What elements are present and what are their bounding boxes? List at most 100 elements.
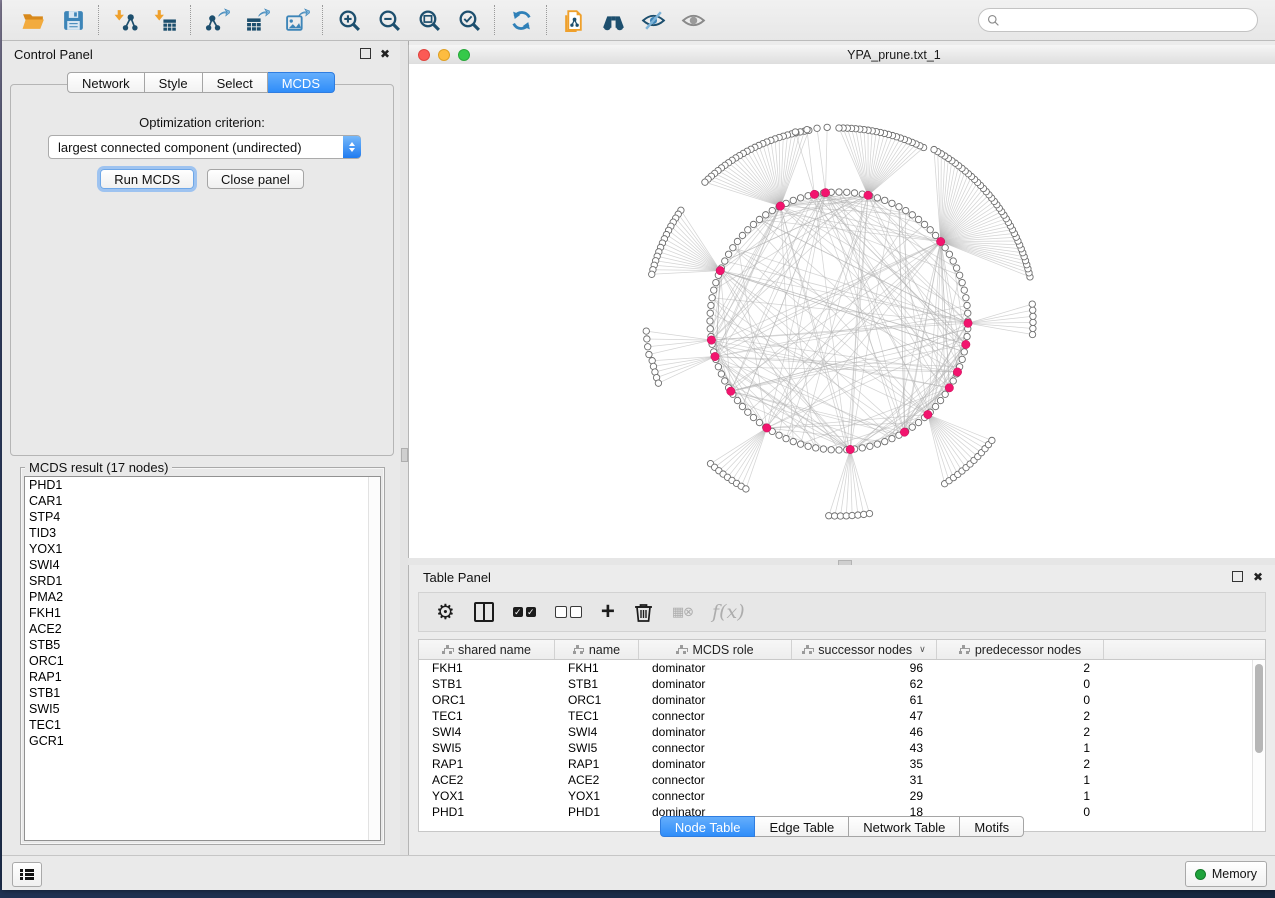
network-node[interactable] — [707, 318, 713, 324]
network-node[interactable] — [867, 443, 873, 449]
network-canvas[interactable] — [409, 64, 1275, 558]
network-node[interactable] — [959, 279, 965, 285]
network-node[interactable] — [882, 438, 888, 444]
float-panel-icon[interactable] — [360, 48, 371, 59]
network-node[interactable] — [739, 403, 745, 409]
network-node[interactable] — [915, 419, 921, 425]
network-node[interactable] — [722, 258, 728, 264]
table-row[interactable]: RAP1RAP1dominator352 — [419, 756, 1265, 772]
tab-edge-table[interactable]: Edge Table — [755, 816, 849, 837]
show-all-eye-icon[interactable] — [680, 7, 706, 33]
network-node[interactable] — [713, 279, 719, 285]
network-node[interactable] — [655, 380, 661, 386]
network-node[interactable] — [1030, 319, 1036, 325]
result-node-item[interactable]: CAR1 — [25, 493, 380, 509]
network-node[interactable] — [792, 129, 798, 135]
network-node[interactable] — [836, 447, 842, 453]
table-row[interactable]: YOX1YOX1connector291 — [419, 788, 1265, 804]
result-node-item[interactable]: YOX1 — [25, 541, 380, 557]
mcds-hub-node[interactable] — [945, 384, 953, 392]
run-mcds-button[interactable]: Run MCDS — [100, 169, 194, 189]
network-node[interactable] — [722, 378, 728, 384]
network-node[interactable] — [769, 207, 775, 213]
network-node[interactable] — [790, 438, 796, 444]
network-node[interactable] — [734, 238, 740, 244]
result-node-item[interactable]: TID3 — [25, 525, 380, 541]
table-row[interactable]: ACE2ACE2connector311 — [419, 772, 1265, 788]
network-node[interactable] — [646, 351, 652, 357]
network-node[interactable] — [1029, 301, 1035, 307]
network-node[interactable] — [959, 356, 965, 362]
network-node[interactable] — [909, 212, 915, 218]
mcds-hub-node[interactable] — [763, 424, 771, 432]
mcds-hub-node[interactable] — [900, 428, 908, 436]
splitter-grip[interactable] — [401, 448, 408, 462]
tab-node-table[interactable]: Node Table — [660, 816, 756, 837]
table-row[interactable]: FKH1FKH1dominator962 — [419, 660, 1265, 676]
network-node[interactable] — [836, 125, 842, 131]
network-node[interactable] — [882, 197, 888, 203]
dropdown-stepper-icon[interactable] — [343, 136, 361, 158]
show-panels-list-button[interactable] — [12, 862, 42, 887]
close-panel-button[interactable]: Close panel — [207, 169, 304, 189]
network-node[interactable] — [645, 344, 651, 350]
network-node[interactable] — [927, 227, 933, 233]
add-column-icon[interactable]: + — [601, 600, 615, 624]
mcds-hub-node[interactable] — [711, 352, 719, 360]
result-node-item[interactable]: GCR1 — [25, 733, 380, 749]
result-node-item[interactable]: ORC1 — [25, 653, 380, 669]
select-all-checkbox-icon[interactable]: ✓✓ — [513, 600, 536, 624]
network-node[interactable] — [956, 272, 962, 278]
network-node[interactable] — [874, 441, 880, 447]
network-node[interactable] — [909, 424, 915, 430]
result-node-item[interactable]: PHD1 — [25, 477, 380, 493]
network-node[interactable] — [961, 349, 967, 355]
network-node[interactable] — [1030, 325, 1036, 331]
tab-select[interactable]: Select — [203, 72, 268, 93]
mcds-result-list[interactable]: PHD1CAR1STP4TID3YOX1SWI4SRD1PMA2FKH1ACE2… — [24, 476, 381, 841]
split-columns-icon[interactable] — [474, 600, 494, 624]
network-window-titlebar[interactable]: YPA_prune.txt_1 — [409, 45, 1275, 65]
network-node[interactable] — [921, 221, 927, 227]
network-node[interactable] — [707, 326, 713, 332]
mcds-hub-node[interactable] — [776, 202, 784, 210]
network-node[interactable] — [745, 227, 751, 233]
export-table-icon[interactable] — [244, 7, 270, 33]
horizontal-splitter[interactable] — [408, 558, 1275, 565]
network-node[interactable] — [844, 189, 850, 195]
tab-style[interactable]: Style — [145, 72, 203, 93]
network-node[interactable] — [745, 409, 751, 415]
network-node[interactable] — [932, 232, 938, 238]
network-node[interactable] — [763, 212, 769, 218]
import-table-icon[interactable] — [152, 7, 178, 33]
network-node[interactable] — [965, 310, 971, 316]
result-node-item[interactable]: ACE2 — [25, 621, 380, 637]
network-node[interactable] — [1030, 313, 1036, 319]
network-node[interactable] — [739, 232, 745, 238]
tab-mcds[interactable]: MCDS — [268, 72, 335, 93]
network-node[interactable] — [889, 435, 895, 441]
mcds-hub-node[interactable] — [962, 340, 970, 348]
network-node[interactable] — [889, 200, 895, 206]
column-header-successor-nodes[interactable]: successor nodes∨ — [792, 640, 937, 659]
import-network-icon[interactable] — [112, 7, 138, 33]
network-node[interactable] — [859, 445, 865, 451]
network-node[interactable] — [814, 125, 820, 131]
network-node[interactable] — [805, 443, 811, 449]
save-session-icon[interactable] — [60, 7, 86, 33]
mcds-hub-node[interactable] — [821, 189, 829, 197]
network-node[interactable] — [896, 204, 902, 210]
export-network-icon[interactable] — [204, 7, 230, 33]
maximize-window-traffic-light[interactable] — [458, 49, 470, 61]
network-node[interactable] — [730, 245, 736, 251]
network-node[interactable] — [964, 333, 970, 339]
zoom-fit-icon[interactable] — [416, 7, 442, 33]
result-node-item[interactable]: STB1 — [25, 685, 380, 701]
binoculars-icon[interactable] — [600, 7, 626, 33]
network-node[interactable] — [874, 195, 880, 201]
network-node[interactable] — [950, 378, 956, 384]
network-node[interactable] — [942, 391, 948, 397]
result-node-item[interactable]: SWI4 — [25, 557, 380, 573]
zoom-selected-icon[interactable] — [456, 7, 482, 33]
network-node[interactable] — [725, 251, 731, 257]
